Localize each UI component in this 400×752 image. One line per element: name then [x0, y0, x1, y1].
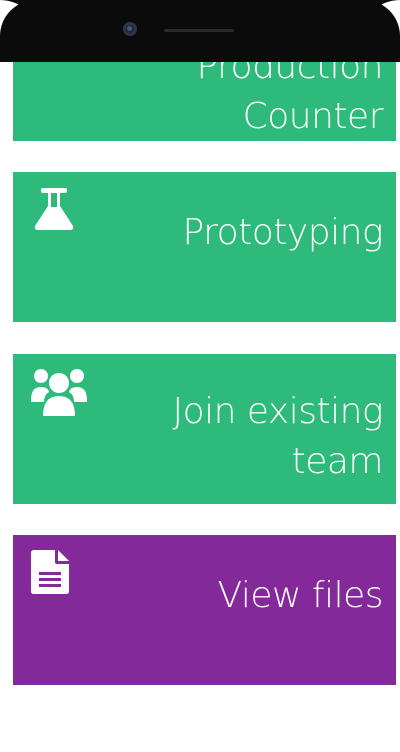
speaker-grille: [164, 29, 234, 32]
tile-label-line-1: Join existing: [172, 391, 383, 432]
camera-icon: [123, 22, 137, 36]
users-group-icon: [31, 366, 87, 423]
tile-prototyping[interactable]: Prototyping: [13, 172, 396, 322]
tile-view-files[interactable]: View files: [13, 535, 396, 685]
tile-join-existing-team[interactable]: Join existing team: [13, 354, 396, 504]
tile-join-existing-team-label: Join existing team: [83, 387, 383, 487]
phone-bezel: [0, 0, 400, 62]
document-icon: [31, 550, 69, 599]
tile-label-line-2: Counter: [242, 96, 384, 137]
tile-view-files-label: View files: [217, 575, 384, 616]
tile-prototyping-label: Prototyping: [182, 212, 384, 253]
app-screen: Production Counter Prototyping Join exis…: [0, 0, 400, 752]
flask-icon: [31, 186, 77, 237]
tile-label-line-2: team: [291, 441, 384, 482]
